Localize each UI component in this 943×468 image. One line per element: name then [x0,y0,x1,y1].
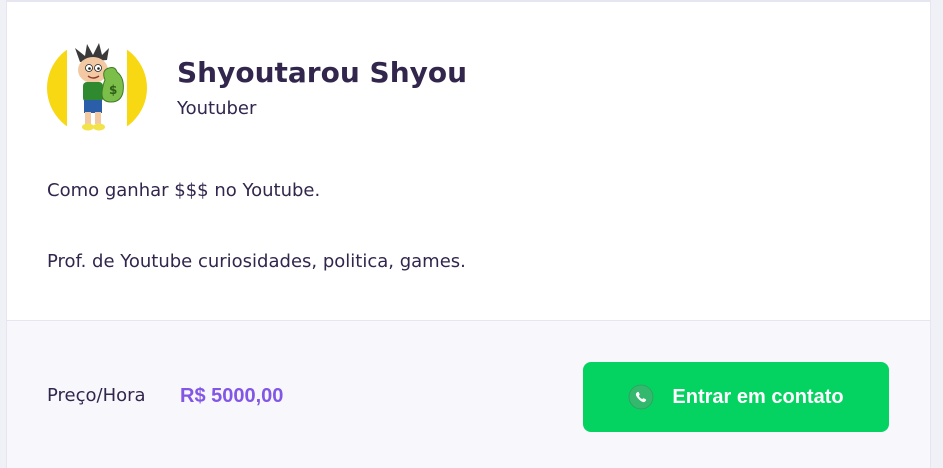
price-label: Preço/Hora [47,385,146,406]
profile-header: $ Shyoutarou Shyou Youtuber [47,40,467,136]
card-footer: Preço/Hora R$ 5000,00 Entrar em contato [7,320,930,468]
price-value: R$ 5000,00 [180,385,284,407]
teacher-bio: Como ganhar $$$ no Youtube. Prof. de You… [47,178,887,275]
bio-line: Prof. de Youtube curiosidades, politica,… [47,251,466,272]
contact-button-label: Entrar em contato [672,385,844,408]
bio-line: Como ganhar $$$ no Youtube. [47,180,321,201]
avatar: $ [47,40,147,136]
teacher-card: $ Shyoutarou Shyou Youtuber Como ganhar … [6,0,931,468]
teacher-subject: Youtuber [177,98,257,119]
whatsapp-icon [628,384,654,410]
card-body: $ Shyoutarou Shyou Youtuber Como ganhar … [7,2,930,320]
profile-info: Shyoutarou Shyou Youtuber [177,55,467,121]
contact-button[interactable]: Entrar em contato [583,362,889,432]
svg-text:$: $ [109,83,117,97]
teacher-name: Shyoutarou Shyou [177,56,468,89]
